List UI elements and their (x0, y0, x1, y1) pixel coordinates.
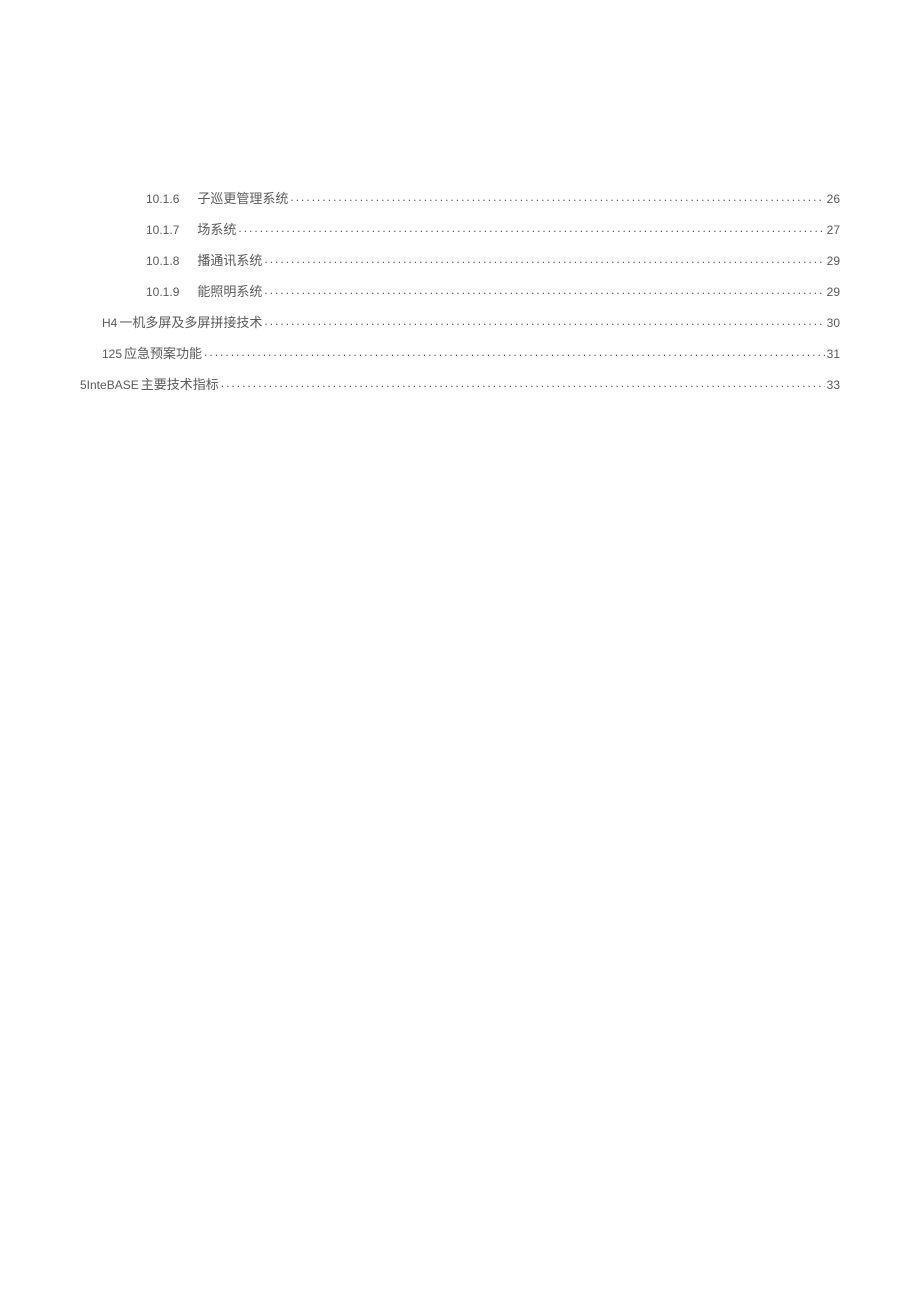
toc-entry: H4 一机多屏及多屏拼接技术 30 (80, 314, 840, 329)
toc-page: 31 (827, 348, 840, 360)
toc-number: 10.1.9 (146, 286, 179, 298)
toc-title: 主要技术指标 (141, 378, 219, 391)
document-page: 10.1.6 子巡更管理系统 26 10.1.7 场系统 27 10.1.8 播… (0, 0, 920, 1301)
toc-page: 29 (827, 255, 840, 267)
toc-page: 27 (827, 224, 840, 236)
toc-entry: 10.1.6 子巡更管理系统 26 (80, 190, 840, 205)
toc-title: 一机多屏及多屏拼接技术 (119, 316, 262, 329)
toc-page: 33 (827, 379, 840, 391)
toc-title: 能照明系统 (197, 285, 262, 298)
toc-entry: 125 应急预案功能 31 (80, 345, 840, 360)
toc-number: 10.1.6 (146, 193, 179, 205)
toc-number: 5InteBASE (80, 379, 139, 391)
toc-title: 子巡更管理系统 (197, 192, 288, 205)
toc-number: 10.1.8 (146, 255, 179, 267)
toc-number: 10.1.7 (146, 224, 179, 236)
toc-title: 播通讯系统 (197, 254, 262, 267)
toc-leader (264, 283, 824, 296)
toc-leader (290, 190, 824, 203)
toc-entry: 5InteBASE 主要技术指标 33 (80, 376, 840, 391)
toc-page: 26 (827, 193, 840, 205)
toc-number: 125 (102, 348, 122, 360)
toc-leader (204, 345, 825, 358)
toc-entry: 10.1.8 播通讯系统 29 (80, 252, 840, 267)
toc-entry: 10.1.7 场系统 27 (80, 221, 840, 236)
toc-leader (221, 376, 825, 389)
toc-title: 应急预案功能 (124, 347, 202, 360)
toc-page: 30 (827, 317, 840, 329)
toc-entry: 10.1.9 能照明系统 29 (80, 283, 840, 298)
toc-title: 场系统 (197, 223, 236, 236)
toc-page: 29 (827, 286, 840, 298)
toc-number: H4 (102, 317, 117, 329)
toc-leader (238, 221, 824, 234)
toc-leader (264, 252, 824, 265)
toc-leader (264, 314, 824, 327)
